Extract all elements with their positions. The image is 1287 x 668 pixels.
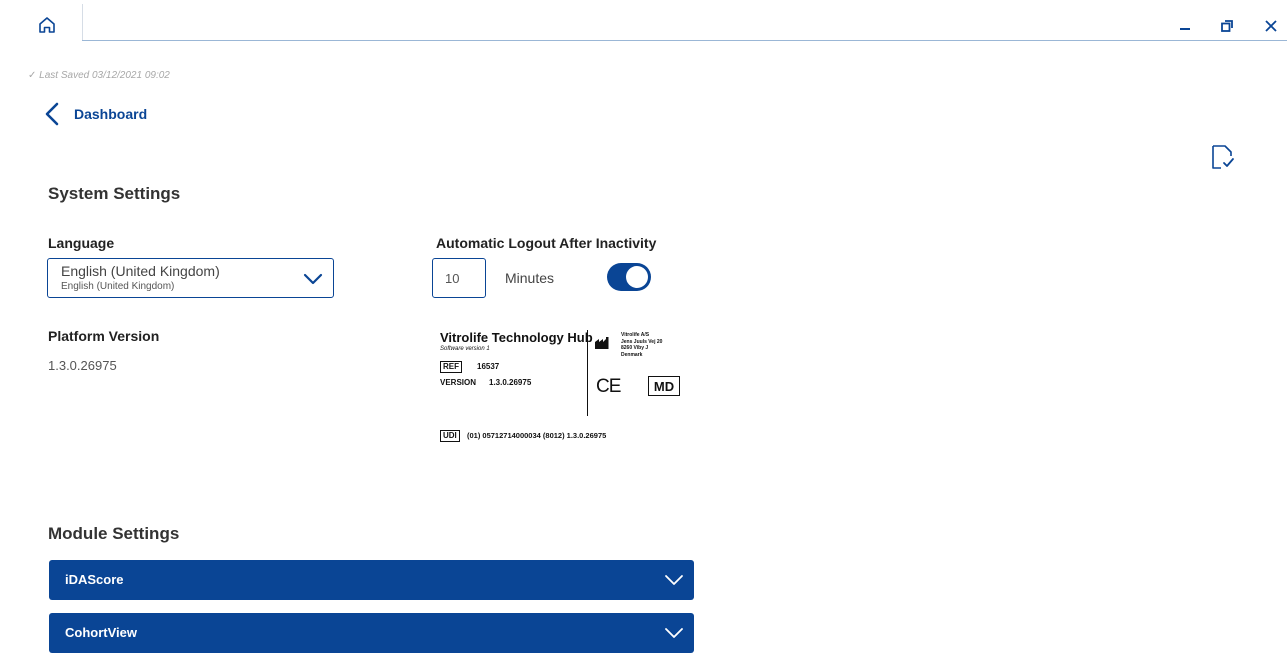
chevron-down-icon: [303, 273, 323, 285]
auto-logout-toggle[interactable]: [607, 263, 651, 291]
auto-logout-label: Automatic Logout After Inactivity: [436, 235, 657, 251]
product-label-title: Vitrolife Technology Hub: [440, 330, 593, 345]
address-line: Denmark: [621, 351, 643, 358]
minimize-icon: [1180, 28, 1190, 30]
minimize-button[interactable]: [1173, 14, 1197, 38]
module-label: CohortView: [65, 625, 137, 640]
chevron-left-icon: [45, 102, 59, 126]
module-label: iDAScore: [65, 572, 124, 587]
udi-value: (01) 05712714000034 (8012) 1.3.0.26975: [467, 431, 607, 440]
product-label-subtitle: Software version 1: [440, 346, 490, 352]
chevron-down-icon: [665, 628, 683, 638]
module-accordion-cohortview[interactable]: CohortView: [49, 613, 694, 653]
home-button[interactable]: [34, 12, 60, 38]
manufacturer-icon: [595, 337, 609, 349]
language-label: Language: [48, 235, 115, 251]
ref-symbol: REF: [440, 361, 462, 373]
ce-mark: CE: [596, 376, 621, 397]
restore-icon: [1221, 20, 1233, 32]
close-button[interactable]: [1259, 14, 1283, 38]
platform-version-label: Platform Version: [48, 328, 160, 344]
md-mark: MD: [648, 376, 680, 396]
system-settings-title: System Settings: [48, 184, 181, 203]
version-tag: VERSION: [440, 378, 477, 387]
language-selected-value: English (United Kingdom): [61, 263, 220, 279]
titlebar-divider: [82, 40, 1287, 41]
chevron-down-icon: [665, 575, 683, 585]
back-label: Dashboard: [74, 106, 148, 122]
module-settings-title: Module Settings: [48, 524, 180, 543]
language-selected-subtext: English (United Kingdom): [61, 281, 175, 292]
titlebar-separator: [82, 4, 83, 40]
module-accordion-idascore[interactable]: iDAScore: [49, 560, 694, 600]
back-to-dashboard-link[interactable]: Dashboard: [44, 102, 147, 126]
language-select[interactable]: English (United Kingdom) English (United…: [47, 258, 334, 298]
ref-value: 16537: [477, 362, 500, 371]
last-saved-status: ✓ Last Saved 03/12/2021 09:02: [28, 70, 170, 81]
close-icon: [1265, 20, 1277, 32]
platform-version-value: 1.3.0.26975: [48, 358, 117, 373]
auto-logout-minutes-input[interactable]: [432, 258, 486, 298]
manufacturer-address: Vitrolife A/S Jens Juuls Vej 20 8260 Vib…: [621, 332, 662, 358]
home-icon: [39, 17, 55, 33]
last-saved-label: Last Saved: [39, 70, 90, 81]
version-value: 1.3.0.26975: [489, 378, 532, 387]
document-check-icon: [1212, 145, 1234, 169]
last-saved-time: 03/12/2021 09:02: [92, 70, 170, 81]
toggle-knob: [626, 266, 648, 288]
save-settings-button[interactable]: [1209, 143, 1237, 171]
saved-check-icon: ✓: [28, 70, 37, 81]
label-divider: [587, 330, 588, 416]
udi-symbol: UDI: [440, 430, 460, 442]
restore-button[interactable]: [1215, 14, 1239, 38]
minutes-unit-label: Minutes: [505, 270, 555, 286]
